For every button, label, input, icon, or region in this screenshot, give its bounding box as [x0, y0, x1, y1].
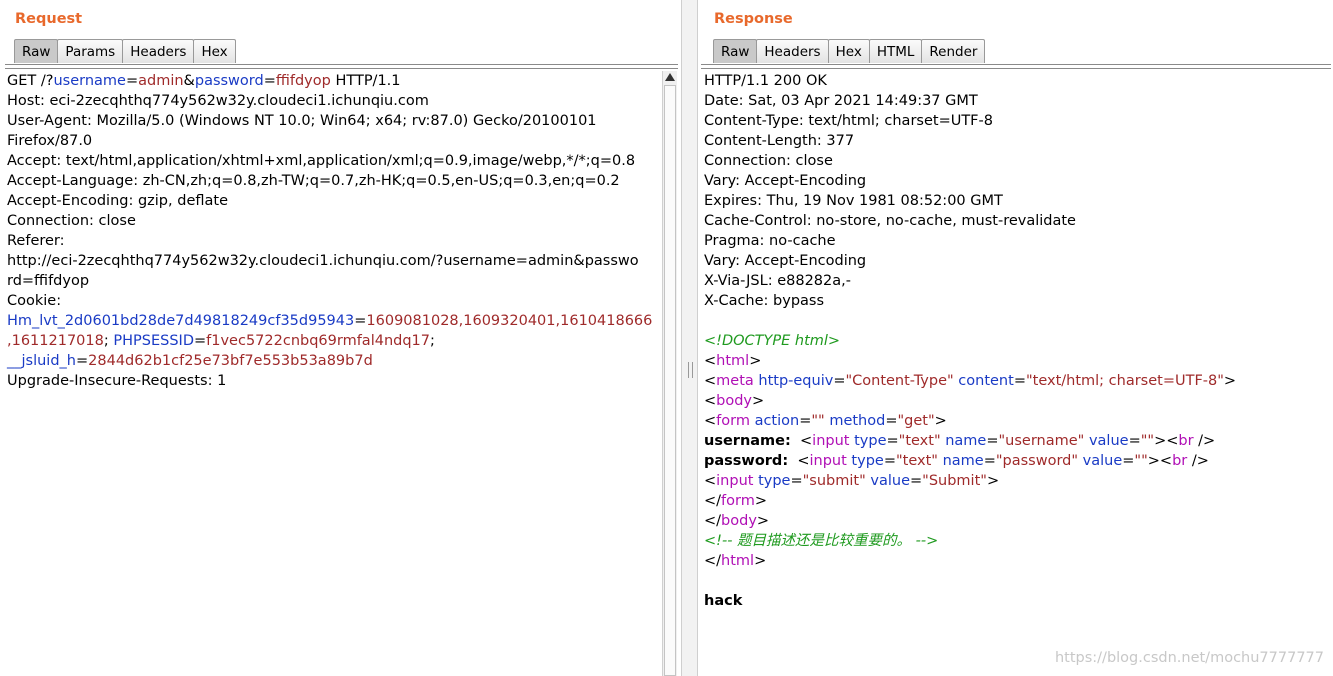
response-header: Pragma: no-cache	[704, 233, 836, 249]
host-header: Host: eci-2zecqhthq774y562w32y.cloudeci1…	[7, 93, 429, 109]
response-header: Expires: Thu, 19 Nov 1981 08:52:00 GMT	[704, 193, 1003, 209]
watermark: https://blog.csdn.net/mochu7777777	[1054, 650, 1324, 666]
hack-text: hack	[704, 593, 743, 609]
response-header: Content-Length: 377	[704, 133, 855, 149]
split-divider[interactable]	[681, 0, 698, 676]
status-line: HTTP/1.1 200 OK	[704, 73, 827, 89]
tab-hex[interactable]: Hex	[193, 39, 236, 63]
cookie-header: Cookie:	[7, 293, 62, 309]
request-panel: Request Raw Params Headers Hex GET /?use…	[0, 0, 680, 676]
body-close-line: </body>	[704, 513, 770, 529]
response-header: Vary: Accept-Encoding	[704, 173, 867, 189]
form-close-line: </form>	[704, 493, 768, 509]
submit-line: <input type="submit" value="Submit">	[704, 473, 1000, 489]
referer-url: http://eci-2zecqhthq774y562w32y.cloudeci…	[7, 253, 639, 269]
request-editor[interactable]: GET /?username=admin&password=ffifdyop H…	[7, 71, 661, 391]
tab-render[interactable]: Render	[921, 39, 986, 63]
username-line: username: <input type="text" name="usern…	[704, 433, 1216, 449]
body-open-line: <body>	[704, 393, 765, 409]
html-open-line: <html>	[704, 353, 762, 369]
response-header: X-Via-JSL: e88282a,-	[704, 273, 851, 289]
password-line: password: <input type="text" name="passw…	[704, 453, 1209, 469]
scroll-thumb[interactable]	[664, 85, 676, 676]
response-editor[interactable]: HTTP/1.1 200 OK Date: Sat, 03 Apr 2021 14…	[704, 71, 1236, 611]
response-header: Content-Type: text/html; charset=UTF-8	[704, 113, 993, 129]
response-header: X-Cache: bypass	[704, 293, 825, 309]
tab-raw[interactable]: Raw	[14, 39, 59, 63]
tab-params[interactable]: Params	[57, 39, 124, 63]
response-header: Date: Sat, 03 Apr 2021 14:49:37 GMT	[704, 93, 978, 109]
tab-raw[interactable]: Raw	[713, 39, 758, 63]
tab-underline	[5, 64, 678, 69]
cookie-line-3: __jsluid_h=2844d62b1cf25e73bf7e553b53a89…	[7, 353, 373, 369]
referer-url-cont: rd=ffifdyop	[7, 273, 90, 289]
tab-underline	[701, 64, 1331, 69]
connection-header: Connection: close	[7, 213, 136, 229]
tab-headers[interactable]: Headers	[122, 39, 195, 63]
user-agent-header: User-Agent: Mozilla/5.0 (Windows NT 10.0…	[7, 113, 597, 129]
request-tabs: Raw Params Headers Hex	[14, 39, 236, 63]
response-header: Cache-Control: no-store, no-cache, must-…	[704, 213, 1076, 229]
referer-header: Referer:	[7, 233, 65, 249]
request-scrollbar[interactable]	[662, 71, 677, 676]
request-title: Request	[15, 11, 83, 27]
cookie-line-2: ,1611217018; PHPSESSID=f1vec5722cnbq69rm…	[7, 333, 435, 349]
tab-hex[interactable]: Hex	[827, 39, 870, 63]
user-agent-header-cont: Firefox/87.0	[7, 133, 93, 149]
upgrade-header: Upgrade-Insecure-Requests: 1	[7, 373, 227, 389]
meta-line: <meta http-equiv="Content-Type" content=…	[704, 373, 1237, 389]
response-title: Response	[714, 11, 793, 27]
response-header: Connection: close	[704, 153, 833, 169]
response-tabs: Raw Headers Hex HTML Render	[713, 39, 986, 63]
cookie-line-1: Hm_lvt_2d0601bd28de7d49818249cf35d95943=…	[7, 313, 653, 329]
accept-header: Accept: text/html,application/xhtml+xml,…	[7, 153, 636, 169]
tab-html[interactable]: HTML	[868, 39, 923, 63]
accept-language-header: Accept-Language: zh-CN,zh;q=0.8,zh-TW;q=…	[7, 173, 620, 189]
tab-headers[interactable]: Headers	[756, 39, 829, 63]
request-line: GET /?username=admin&password=ffifdyop H…	[7, 73, 401, 89]
scroll-up-icon[interactable]	[665, 73, 675, 81]
form-line: <form action="" method="get">	[704, 413, 947, 429]
accept-encoding-header: Accept-Encoding: gzip, deflate	[7, 193, 228, 209]
response-panel: Response Raw Headers Hex HTML Render HTT…	[699, 0, 1333, 676]
comment-line: <!-- 题目描述还是比较重要的。 -->	[704, 533, 939, 549]
html-close-line: </html>	[704, 553, 767, 569]
divider-grip-icon[interactable]	[688, 362, 693, 378]
response-header: Vary: Accept-Encoding	[704, 253, 867, 269]
doctype-line: <!DOCTYPE html>	[704, 333, 841, 349]
